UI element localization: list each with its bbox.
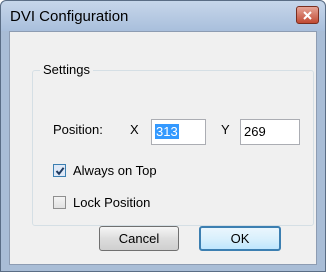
x-position-value: 313 <box>155 124 179 139</box>
checkmark-icon <box>55 166 64 175</box>
x-label: X <box>130 122 139 137</box>
y-position-input[interactable]: 269 <box>240 119 300 145</box>
ok-button[interactable]: OK <box>199 226 281 251</box>
y-position-value: 269 <box>244 124 266 139</box>
x-position-input[interactable]: 313 <box>151 119 206 145</box>
cancel-button[interactable]: Cancel <box>99 226 179 251</box>
position-label: Position: <box>53 122 103 137</box>
close-button[interactable] <box>296 6 319 24</box>
always-on-top-label: Always on Top <box>73 163 157 178</box>
settings-groupbox: Settings Position: X 313 Y 269 Always on… <box>32 62 314 226</box>
dialog-client-area: Settings Position: X 313 Y 269 Always on… <box>9 31 317 265</box>
always-on-top-check-box[interactable] <box>53 164 66 177</box>
window-title: DVI Configuration <box>10 8 129 25</box>
title-bar[interactable]: DVI Configuration <box>1 1 325 31</box>
always-on-top-checkbox[interactable]: Always on Top <box>53 163 157 178</box>
lock-position-check-box[interactable] <box>53 196 66 209</box>
lock-position-label: Lock Position <box>73 195 151 210</box>
close-icon <box>303 10 312 20</box>
settings-group-label: Settings <box>40 62 93 77</box>
dialog-window: DVI Configuration Settings Position: X 3… <box>0 0 326 272</box>
lock-position-checkbox[interactable]: Lock Position <box>53 195 150 210</box>
y-label: Y <box>221 122 230 137</box>
